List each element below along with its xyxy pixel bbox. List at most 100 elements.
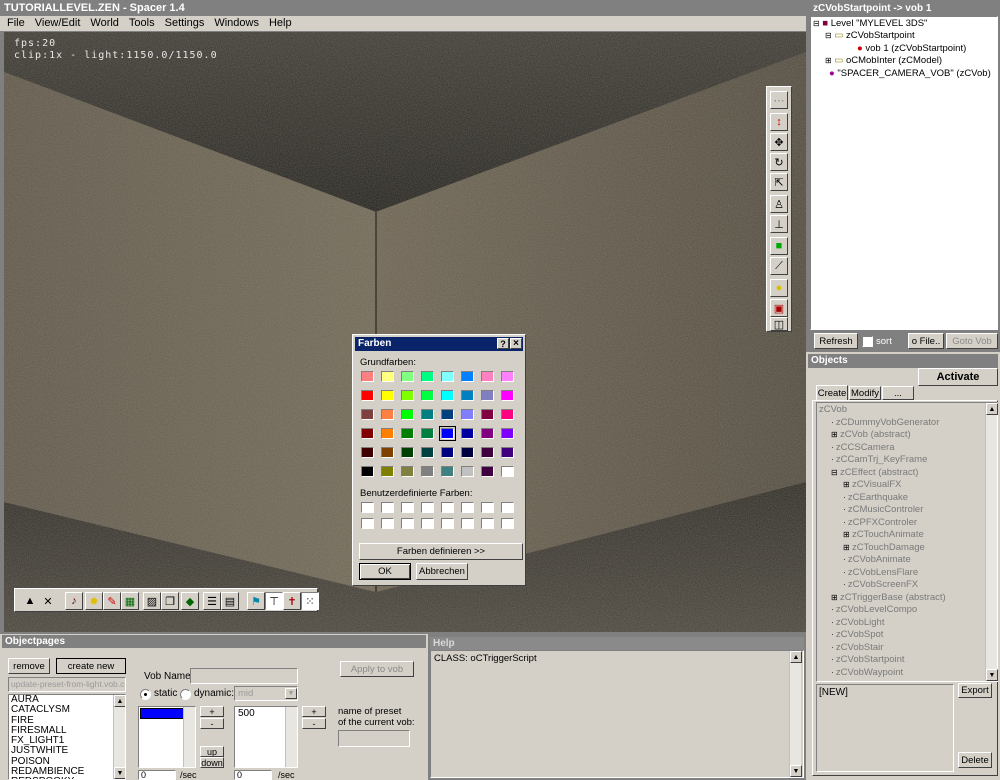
class-tree-item[interactable]: · zCMusicControler: [843, 504, 923, 515]
class-tree-item[interactable]: ⊞ zCTouchDamage: [843, 542, 925, 553]
menu-file[interactable]: File: [2, 16, 30, 31]
class-tree-item[interactable]: · zCVobLight: [831, 617, 884, 628]
refresh-button[interactable]: Refresh: [814, 333, 858, 349]
basic-color-swatch[interactable]: [381, 371, 394, 382]
range-plus-button[interactable]: +: [302, 706, 326, 717]
to-file-button[interactable]: o File..: [908, 333, 944, 349]
goto-vob-button[interactable]: Goto Vob: [946, 333, 998, 349]
scroll-down-icon[interactable]: ▼: [114, 767, 125, 779]
custom-color-swatch[interactable]: [461, 518, 474, 529]
basic-color-swatch[interactable]: [421, 390, 434, 401]
measure-icon[interactable]: ⟋: [770, 257, 788, 275]
basic-color-swatch[interactable]: [381, 409, 394, 420]
color-plus-button[interactable]: +: [200, 706, 224, 717]
custom-color-swatch[interactable]: [421, 502, 434, 513]
tab-more[interactable]: ...: [882, 386, 914, 400]
basic-color-swatch[interactable]: [501, 447, 514, 458]
selected-color-swatch[interactable]: [140, 708, 184, 719]
basic-color-swatch[interactable]: [401, 466, 414, 477]
basic-color-swatch[interactable]: [401, 447, 414, 458]
basic-color-swatch[interactable]: [361, 390, 374, 401]
basic-color-swatch[interactable]: [461, 447, 474, 458]
class-tree-item[interactable]: · zCVobLevelCompo: [831, 604, 917, 615]
activate-button[interactable]: Activate: [918, 368, 998, 386]
custom-color-swatch[interactable]: [501, 518, 514, 529]
basic-color-swatch[interactable]: [361, 447, 374, 458]
basic-color-swatch[interactable]: [421, 371, 434, 382]
pin-icon[interactable]: ⚑: [247, 592, 265, 610]
basic-color-swatch[interactable]: [481, 371, 494, 382]
cube-icon[interactable]: ◆: [181, 592, 199, 610]
export-button[interactable]: Export: [958, 683, 992, 698]
class-tree-item[interactable]: zCVob: [819, 404, 847, 415]
basic-color-swatch[interactable]: [421, 428, 434, 439]
move-up-icon[interactable]: ↕: [770, 113, 788, 131]
class-tree-item[interactable]: · zCVobStair: [831, 642, 883, 653]
custom-color-swatch[interactable]: [481, 502, 494, 513]
basic-color-swatch[interactable]: [401, 409, 414, 420]
preset-name-field[interactable]: [338, 730, 410, 747]
class-tree-item[interactable]: · zCEarthquake: [843, 492, 908, 503]
basic-color-swatch[interactable]: [401, 428, 414, 439]
menu-view-edit[interactable]: View/Edit: [30, 16, 86, 31]
basic-color-swatch[interactable]: [441, 466, 454, 477]
custom-color-swatch[interactable]: [381, 502, 394, 513]
class-tree-item[interactable]: · zCVobWaypoint: [831, 667, 903, 678]
basic-color-swatch[interactable]: [481, 390, 494, 401]
range-minus-button[interactable]: -: [302, 718, 326, 729]
basic-color-swatch[interactable]: [381, 447, 394, 458]
range-value[interactable]: 500: [238, 708, 255, 719]
ok-button[interactable]: OK: [359, 563, 411, 580]
tab-modify[interactable]: Modify: [849, 386, 881, 400]
chevron-down-icon[interactable]: ▼: [285, 688, 297, 699]
dynamic-select[interactable]: mid ▼: [234, 686, 298, 701]
scroll-up-icon[interactable]: ▲: [114, 695, 125, 707]
basic-color-swatch[interactable]: [381, 466, 394, 477]
color-minus-button[interactable]: -: [200, 718, 224, 729]
range-list[interactable]: 500: [234, 706, 298, 768]
video-camera-icon[interactable]: ◫: [770, 317, 788, 331]
basic-color-swatch[interactable]: [441, 371, 454, 382]
speed-input-1[interactable]: 0: [138, 770, 176, 780]
update-preset-field[interactable]: update-preset-from-light.vob.cc: [8, 677, 126, 692]
custom-color-swatch[interactable]: [401, 502, 414, 513]
sun-icon[interactable]: ✹: [85, 592, 103, 610]
basic-color-swatch[interactable]: [461, 409, 474, 420]
basic-color-swatch[interactable]: [481, 428, 494, 439]
basic-color-swatch[interactable]: [441, 409, 454, 420]
light-bulb-icon[interactable]: ●: [770, 279, 788, 297]
list-icon[interactable]: ☰: [203, 592, 221, 610]
help-scrollbar[interactable]: ▲ ▼: [789, 651, 802, 777]
basic-color-swatch[interactable]: [361, 428, 374, 439]
custom-color-swatch[interactable]: [361, 502, 374, 513]
fire-icon[interactable]: ✎: [103, 592, 121, 610]
basic-color-swatch[interactable]: [421, 466, 434, 477]
basic-color-swatch[interactable]: [501, 409, 514, 420]
tree-node-vob1[interactable]: ● vob 1 (zCVobStartpoint): [857, 43, 966, 54]
menu-tools[interactable]: Tools: [124, 16, 160, 31]
remove-button[interactable]: remove: [8, 658, 50, 674]
color-cube-icon[interactable]: ■: [770, 237, 788, 255]
class-tree-item[interactable]: ⊞ zCTriggerBase (abstract): [831, 592, 946, 603]
preset-list[interactable]: [NEW]: [816, 684, 954, 772]
class-tree-item[interactable]: · zCVobScreenFX: [843, 579, 918, 590]
axis-icon[interactable]: ⊥: [770, 215, 788, 233]
window-icon[interactable]: ❐: [161, 592, 179, 610]
vob-tree[interactable]: ⊟ ■ Level "MYLEVEL 3DS" ⊟ ▭ zCVobStartpo…: [810, 16, 998, 330]
dots-grid-icon[interactable]: ⁙: [301, 592, 319, 610]
basic-color-swatch[interactable]: [361, 371, 374, 382]
preset-name-list[interactable]: AURA CATACLYSM FIRE FIRESMALL FX_LIGHT1 JUSTW…: [8, 694, 126, 780]
class-tree-item[interactable]: ⊞ zCVisualFX: [843, 479, 901, 490]
scale-icon[interactable]: ⇱: [770, 173, 788, 191]
define-colors-button[interactable]: Farben definieren >>: [359, 543, 523, 560]
class-tree-item[interactable]: · zCCamTrj_KeyFrame: [831, 454, 927, 465]
class-scrollbar[interactable]: ▲ ▼: [985, 403, 998, 681]
basic-color-swatch[interactable]: [501, 466, 514, 477]
basic-color-swatch[interactable]: [501, 390, 514, 401]
class-tree-item[interactable]: · zCVobAnimate: [843, 554, 911, 565]
dynamic-radio[interactable]: [180, 689, 191, 700]
basic-color-swatch[interactable]: [361, 409, 374, 420]
custom-color-swatch[interactable]: [361, 518, 374, 529]
basic-color-swatch[interactable]: [481, 409, 494, 420]
basic-color-swatch[interactable]: [401, 390, 414, 401]
